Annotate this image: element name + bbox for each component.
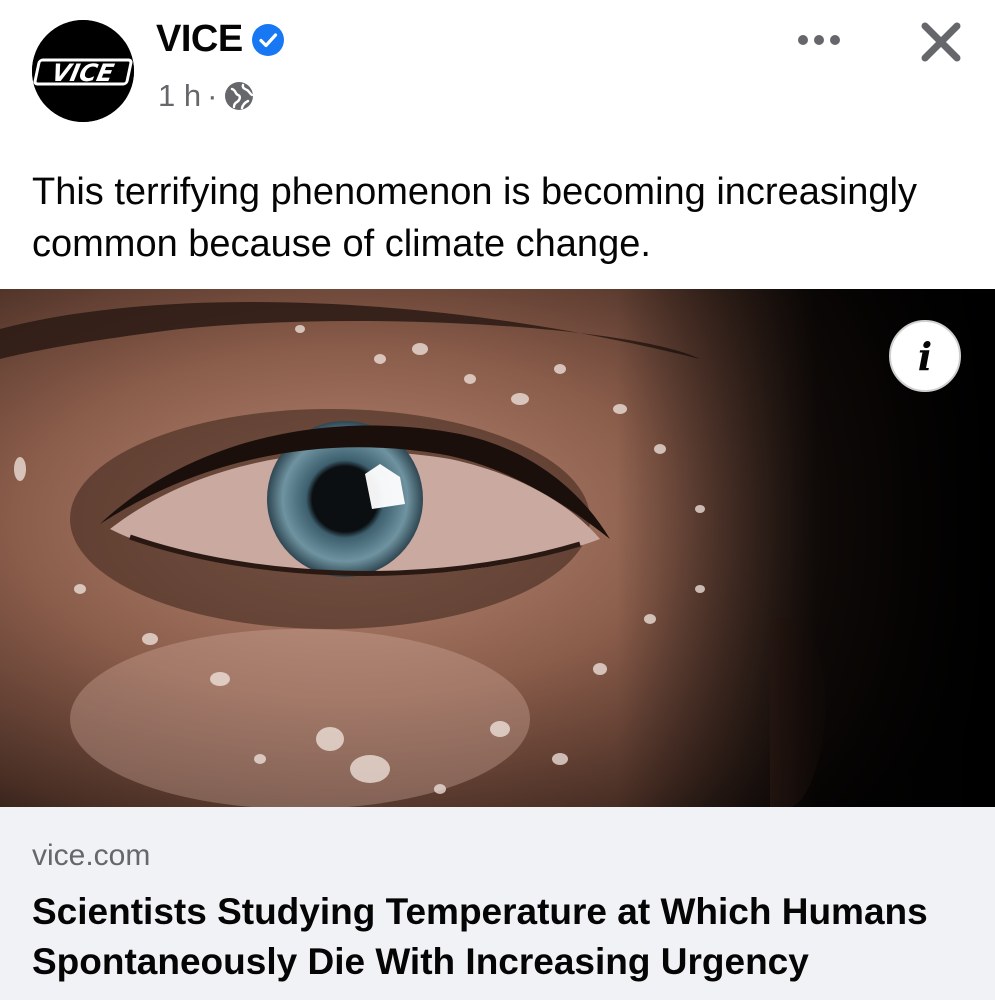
link-preview-card[interactable]: vice.com Scientists Studying Temperature… <box>0 807 995 1000</box>
page-name-row: VICE <box>156 18 285 61</box>
post-meta: 1 h · <box>158 78 255 114</box>
link-title[interactable]: Scientists Studying Temperature at Which… <box>32 887 962 987</box>
info-icon[interactable]: i <box>889 320 961 392</box>
article-image[interactable] <box>0 289 995 807</box>
post-caption: This terrifying phenomenon is becoming i… <box>32 171 918 265</box>
more-options-icon[interactable] <box>796 20 842 60</box>
post-header: VICE VICE 1 h · <box>0 0 995 150</box>
link-domain: vice.com <box>32 839 151 872</box>
meta-separator: · <box>207 78 218 113</box>
vice-logo: VICE <box>32 20 134 122</box>
close-icon[interactable] <box>915 16 967 68</box>
globe-icon <box>223 80 255 112</box>
page-avatar[interactable]: VICE <box>32 20 134 122</box>
vice-logo-text: VICE <box>49 58 117 87</box>
post-time[interactable]: 1 h <box>158 78 201 114</box>
page-name[interactable]: VICE <box>156 18 243 61</box>
verified-badge-icon <box>251 23 285 57</box>
sweaty-eye-photo <box>0 289 995 807</box>
